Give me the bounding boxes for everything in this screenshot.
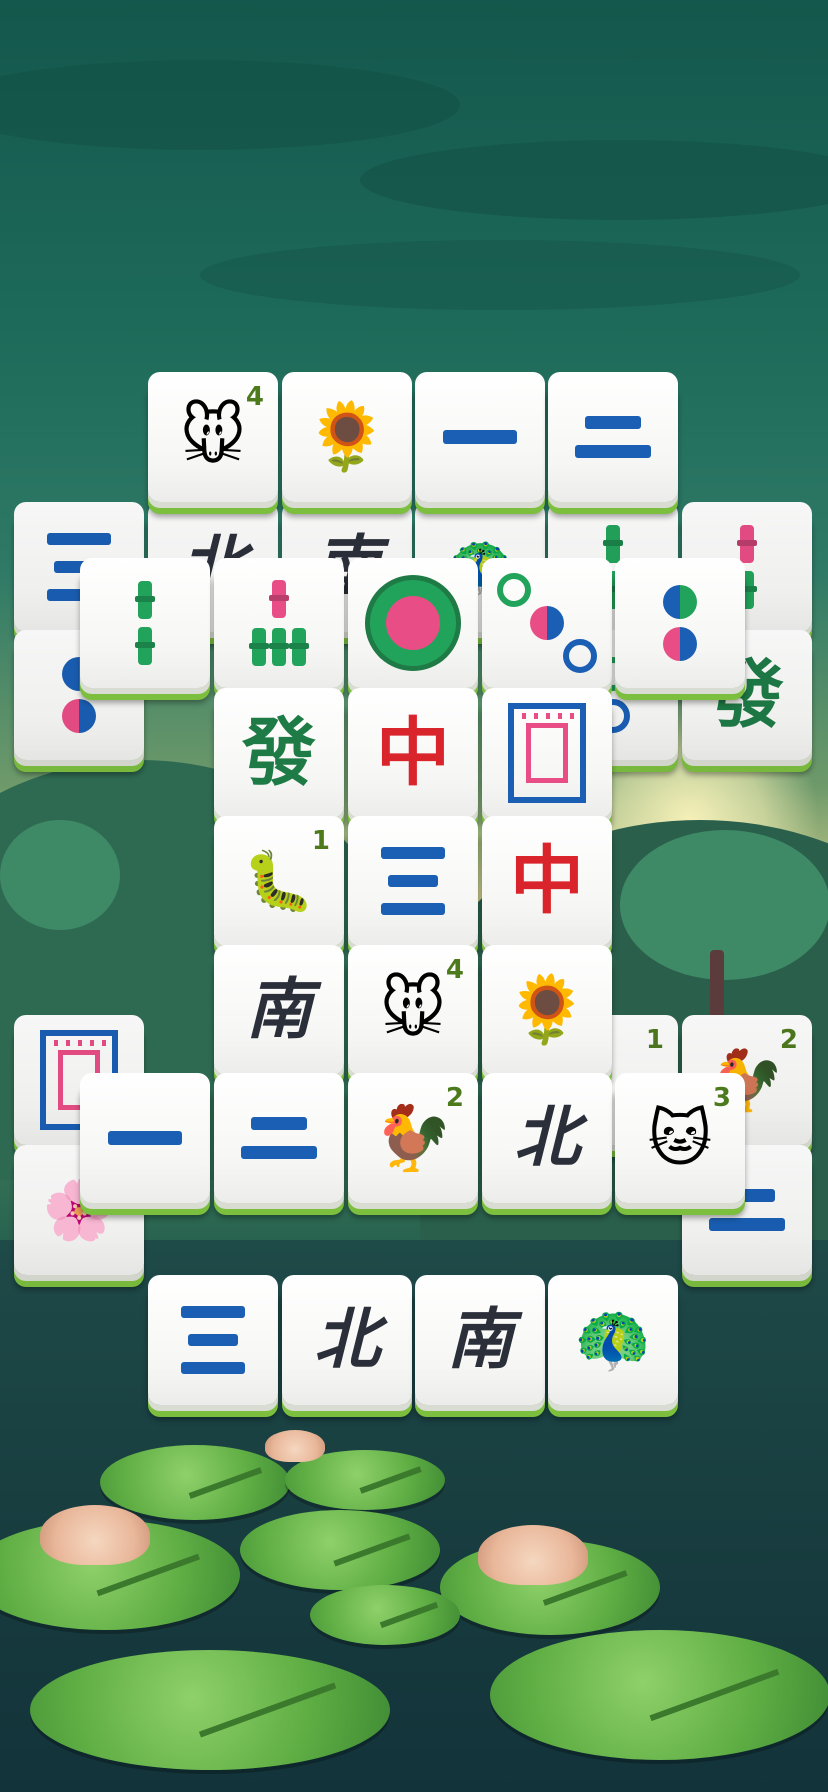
tile-bamboo-5[interactable] [214, 558, 344, 688]
tile-character-2[interactable] [548, 372, 678, 502]
tile-number: 3 [712, 1083, 731, 1113]
tile-sunflower[interactable]: 🌻 [282, 372, 412, 502]
tile-wind-south-bottom[interactable]: 南 [415, 1275, 545, 1405]
tile-dragon-green-center[interactable]: 發 [214, 688, 344, 818]
tile-peacock-bottom[interactable]: 🦚 [548, 1275, 678, 1405]
lotus-flower [478, 1525, 588, 1585]
sunflower-icon: 🌻 [305, 398, 389, 475]
tile-frame[interactable] [482, 688, 612, 818]
lotus-flower [40, 1505, 150, 1565]
tile-number: 2 [445, 1083, 464, 1113]
tile-cat[interactable]: 🐱 3 [615, 1073, 745, 1203]
tile-rat[interactable]: 🐭 4 [148, 372, 278, 502]
tile-rooster[interactable]: 🐓 2 [348, 1073, 478, 1203]
tile-dragon-red[interactable]: 中 [348, 688, 478, 818]
tile-number: 1 [645, 1025, 664, 1055]
dragon-glyph: 發 [242, 710, 316, 796]
game-scene: 北 南 🦚 發 🐭 4 🌻 1 🐓 2 🌸 發 中 🐛 1 中 南 🐭 4 🌻 … [0, 0, 828, 1792]
tile-number: 2 [779, 1025, 798, 1055]
tile-character-1[interactable] [415, 372, 545, 502]
tree [0, 820, 120, 930]
tile-character-1-front[interactable] [80, 1073, 210, 1203]
tile-flower-circle[interactable] [348, 558, 478, 688]
lotus-flower [265, 1430, 325, 1462]
centipede-icon: 🐛 [242, 846, 316, 915]
cloud [200, 240, 800, 310]
tile-wind-south-center[interactable]: 南 [214, 945, 344, 1075]
tile-wind-north-front[interactable]: 北 [482, 1073, 612, 1203]
cat-icon: 🐱 [647, 1101, 713, 1175]
tile-dragon-red-2[interactable]: 中 [482, 816, 612, 946]
tile-rat-center[interactable]: 🐭 4 [348, 945, 478, 1075]
tile-centipede[interactable]: 🐛 1 [214, 816, 344, 946]
tree [620, 830, 828, 980]
tile-dots-2-front[interactable] [615, 558, 745, 688]
dragon-glyph: 中 [510, 838, 584, 924]
tile-character-2-front[interactable] [214, 1073, 344, 1203]
lily-pad [240, 1510, 440, 1590]
tile-number: 4 [445, 955, 464, 985]
wind-glyph: 北 [514, 1099, 580, 1176]
lily-pad [310, 1585, 460, 1645]
lily-pad [30, 1650, 390, 1770]
flower-circle-icon [365, 575, 461, 671]
wind-glyph: 南 [447, 1301, 513, 1378]
cloud [360, 140, 828, 220]
wind-glyph: 北 [314, 1301, 380, 1378]
tile-sunflower-center[interactable]: 🌻 [482, 945, 612, 1075]
wind-glyph: 南 [246, 971, 312, 1048]
tile-number: 1 [311, 826, 330, 856]
rat-icon: 🐭 [179, 400, 247, 474]
rat-icon: 🐭 [379, 973, 447, 1047]
lily-pad [100, 1445, 290, 1520]
tile-bamboo-2-front[interactable] [80, 558, 210, 688]
tile-character-3-center[interactable] [348, 816, 478, 946]
sunflower-icon: 🌻 [505, 971, 589, 1048]
lily-pad [490, 1630, 828, 1760]
peacock-icon: 🦚 [574, 1303, 652, 1376]
tile-dots-3[interactable] [482, 558, 612, 688]
character-bar [108, 1131, 182, 1145]
tile-wind-north-bottom[interactable]: 北 [282, 1275, 412, 1405]
frame-icon [508, 703, 586, 803]
tile-number: 4 [245, 382, 264, 412]
tile-character-3-bottom[interactable] [148, 1275, 278, 1405]
character-bar [443, 430, 517, 444]
dragon-glyph: 中 [376, 710, 450, 796]
cloud [0, 60, 460, 150]
rooster-icon: 🐓 [373, 1101, 453, 1176]
